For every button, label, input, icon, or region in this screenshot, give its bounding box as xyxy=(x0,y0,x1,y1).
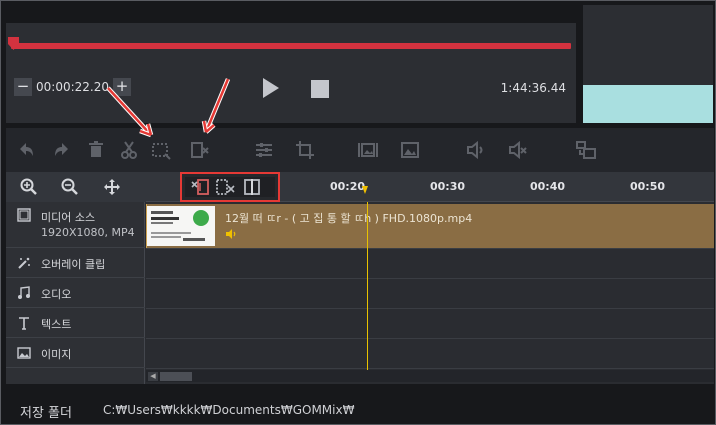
image-icon[interactable] xyxy=(400,140,420,160)
ruler-tick: 00:30 xyxy=(430,180,466,193)
total-duration: 1:44:36.44 xyxy=(500,81,566,95)
track-divider xyxy=(146,248,714,249)
side-preview-thumbnail[interactable] xyxy=(583,85,713,123)
track-divider xyxy=(146,368,714,369)
side-preview-panel xyxy=(583,5,713,123)
select-region-icon[interactable] xyxy=(151,140,171,160)
adjust-icon[interactable] xyxy=(254,140,274,160)
playhead-line[interactable] xyxy=(367,202,368,370)
clip-thumbnail xyxy=(147,206,215,246)
timecode-value[interactable]: 00:00:22.20 xyxy=(32,78,113,96)
track-labels-column: 미디어 소스 1920X1080, MP4 오버레이 클립 오디오 텍스트 이미… xyxy=(6,202,145,384)
scrollbar-thumb[interactable] xyxy=(160,372,192,381)
zoom-out-icon[interactable] xyxy=(61,178,79,196)
save-folder-label: 저장 폴더 xyxy=(20,406,72,421)
save-folder-bar: 저장 폴더 C:₩Users₩kkkk₩Documents₩GOMMix₩ xyxy=(6,384,714,422)
mute-icon[interactable] xyxy=(508,140,528,160)
zoom-in-icon[interactable] xyxy=(20,178,38,196)
timecode-control: − 00:00:22.20 + xyxy=(14,78,131,96)
edit-toolbar xyxy=(6,128,714,172)
screen-capture-icon[interactable] xyxy=(576,140,596,160)
fit-timeline-icon[interactable] xyxy=(103,178,121,196)
timeline-panel: 00:20 00:30 00:40 00:50 미디어 소스 1920X1080… xyxy=(6,172,714,384)
track-label-text: 미디어 소스 xyxy=(41,211,96,224)
stop-button[interactable] xyxy=(311,80,329,98)
save-folder-path[interactable]: C:₩Users₩kkkk₩Documents₩GOMMix₩ xyxy=(103,403,354,417)
split-right-icon[interactable] xyxy=(215,178,237,196)
split-middle-icon[interactable] xyxy=(241,178,263,196)
track-label-overlay[interactable]: 오버레이 클립 xyxy=(6,248,145,278)
timecode-minus-button[interactable]: − xyxy=(14,78,32,96)
film-icon xyxy=(17,208,31,222)
crop-icon[interactable] xyxy=(295,140,315,160)
volume-icon[interactable] xyxy=(466,140,486,160)
speaker-icon xyxy=(226,229,236,239)
clip-filename: 12월 떠 ㄸr - ( 고 집 통 할 ㄸh ) FHD.1080p.mp4 xyxy=(225,212,473,225)
ruler-tick: 00:40 xyxy=(530,180,566,193)
playback-progress-bar[interactable] xyxy=(11,43,571,49)
track-label-text: 텍스트 xyxy=(41,318,72,331)
track-label-audio[interactable]: 오디오 xyxy=(6,278,145,308)
redo-icon[interactable] xyxy=(52,140,72,160)
video-clip[interactable]: 12월 떠 ㄸr - ( 고 집 통 할 ㄸh ) FHD.1080p.mp4 xyxy=(146,204,714,248)
preview-player: − 00:00:22.20 + 1:44:36.44 xyxy=(6,23,576,123)
split-clip-icon[interactable] xyxy=(190,140,210,160)
timecode-plus-button[interactable]: + xyxy=(112,78,131,96)
scroll-left-icon[interactable]: ◀ xyxy=(148,372,158,381)
playhead-marker[interactable] xyxy=(362,186,368,194)
track-divider xyxy=(146,338,714,339)
split-tools-group xyxy=(180,172,280,202)
split-left-icon[interactable] xyxy=(189,178,211,196)
delete-icon[interactable] xyxy=(86,140,106,160)
editor-window: − 00:00:22.20 + 1:44:36.44 00:20 00:30 0… xyxy=(0,0,716,425)
music-note-icon xyxy=(18,286,30,299)
track-label-image[interactable]: 이미지 xyxy=(6,338,145,368)
track-label-media-source[interactable]: 미디어 소스 1920X1080, MP4 xyxy=(6,202,145,248)
timeline-header: 00:20 00:30 00:40 00:50 xyxy=(6,172,714,202)
track-divider xyxy=(146,278,714,279)
cut-icon[interactable] xyxy=(119,140,139,160)
progress-knob-icon[interactable] xyxy=(8,37,19,50)
media-resolution-text: 1920X1080, MP4 xyxy=(41,226,135,239)
text-t-icon xyxy=(19,317,29,330)
overlay-magic-icon xyxy=(18,257,30,269)
play-icon[interactable] xyxy=(261,77,281,99)
track-area[interactable]: 12월 떠 ㄸr - ( 고 집 통 할 ㄸh ) FHD.1080p.mp4 … xyxy=(146,202,714,384)
ruler-tick: 00:50 xyxy=(630,180,666,193)
track-label-text: 오버레이 클립 xyxy=(41,258,106,271)
track-label-text: 이미지 xyxy=(41,348,72,361)
track-divider xyxy=(146,308,714,309)
timeline-scrollbar[interactable]: ◀ xyxy=(146,370,714,382)
track-label-text-track[interactable]: 텍스트 xyxy=(6,308,145,338)
undo-icon[interactable] xyxy=(16,140,36,160)
track-label-text: 오디오 xyxy=(41,288,72,301)
image-insert-icon[interactable] xyxy=(358,140,378,160)
time-ruler[interactable]: 00:20 00:30 00:40 00:50 xyxy=(146,172,714,202)
ruler-tick: 00:20 xyxy=(330,180,366,193)
picture-icon xyxy=(17,347,31,359)
